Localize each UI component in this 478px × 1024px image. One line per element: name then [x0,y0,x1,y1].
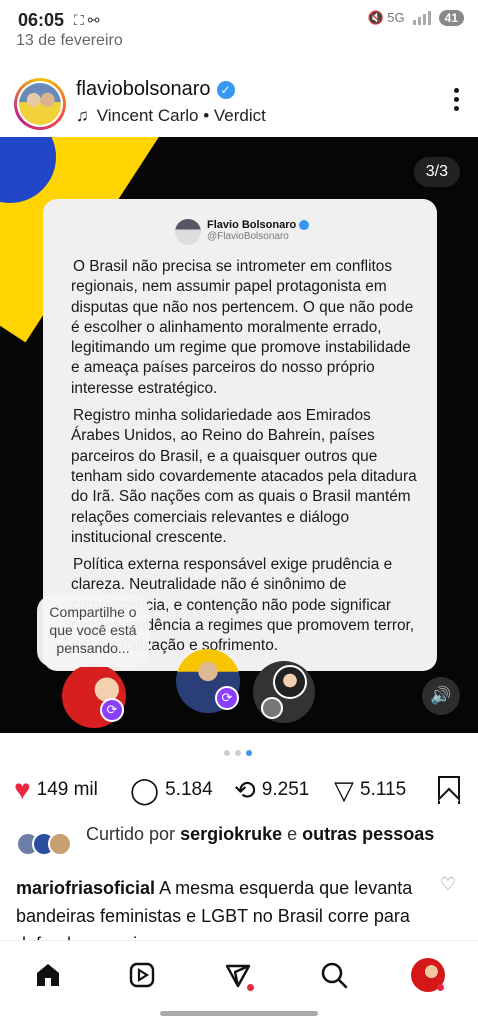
liked-by-text: Curtido por sergiokruke e outras pessoas [86,824,435,844]
heart-icon: ♥ [14,774,31,805]
home-icon[interactable] [30,957,66,993]
notification-dot [437,984,444,991]
more-options-icon[interactable] [452,88,460,115]
avatar-image [19,83,61,125]
like-button[interactable]: ♥ 149 mil [14,776,98,804]
music-note-icon: ♫ [76,106,89,125]
carousel-dot-active [246,750,252,756]
repost-icon: ⟲ [234,775,256,805]
comment-like-icon[interactable]: ♡ [440,874,456,895]
repost-button[interactable]: ⟲ 9.251 [234,776,309,804]
mute-vibrate-icon: 🔇 5G [367,10,405,25]
carousel-dot [235,750,241,756]
bottom-nav [0,940,478,1006]
action-bar: ♥ 149 mil ◯ 5.184 ⟲ 9.251 ▽ 5.115 [0,772,478,812]
tweet-author: Flavio Bolsonaro [207,219,310,231]
repost-badge-icon: ⟳ [215,686,239,710]
share-count: 5.115 [360,779,407,800]
repost-count: 9.251 [261,779,310,800]
share-button[interactable]: ▽ 5.115 [334,776,406,804]
signal-icon [412,11,431,25]
profile-tab[interactable] [410,957,446,993]
comment-icon: ◯ [130,775,160,805]
carousel-dot [224,750,230,756]
mute-icon[interactable]: 🔊 [422,677,460,715]
battery-icon: 41 [438,10,464,26]
author-avatar[interactable] [14,78,66,130]
tweet-handle: @FlavioBolsonaro [207,231,289,242]
status-time: 06:05 [18,10,65,30]
search-icon[interactable] [316,957,352,993]
status-date: 13 de fevereiro [16,32,123,49]
comment-username[interactable]: mariofriasoficial [16,878,155,898]
username-text: flaviobolsonaro [76,78,211,100]
comment-preview[interactable]: mariofriasoficial A mesma esquerda que l… [16,874,436,940]
comment-count: 5.184 [165,779,213,800]
slide-counter: 3/3 [413,157,460,187]
share-thought-bubble[interactable]: Compartilhe o que você está pensando... [37,595,149,667]
tweet-header: Flavio Bolsonaro @FlavioBolsonaro [175,219,310,245]
send-icon: ▽ [334,775,354,805]
author-username[interactable]: flaviobolsonaro ✓ [76,78,235,101]
comment-button[interactable]: ◯ 5.184 [130,776,213,804]
status-right-icons: 🔇 5G 41 [367,10,464,26]
bookmark-icon[interactable] [438,776,460,804]
audio-track[interactable]: ♫ Vincent Carlo • Verdict [76,106,266,126]
direct-icon[interactable] [220,957,256,993]
status-left-icons: ⛶ ⚯ [74,12,100,28]
tweet-paragraph: Registro minha solidariedade aos Emirado… [71,407,417,546]
verified-badge-icon: ✓ [216,80,235,99]
audio-label: Vincent Carlo • Verdict [96,106,266,125]
reels-icon[interactable] [124,957,160,993]
gesture-bar [160,1011,318,1016]
tweet-avatar [175,219,201,245]
status-bar: 06:05 ⛶ ⚯ 13 de fevereiro 🔇 5G 41 [0,0,478,56]
liked-by-others[interactable]: outras pessoas [302,824,434,844]
story-avatar[interactable] [253,661,315,723]
liked-avatars [16,832,78,858]
post-header: flaviobolsonaro ✓ ♫ Vincent Carlo • Verd… [0,74,478,132]
carousel-indicator [224,750,252,756]
tweet-paragraph: O Brasil não precisa se intrometer em co… [71,258,414,397]
like-count: 149 mil [36,779,98,800]
post-media[interactable]: 3/3 Flavio Bolsonaro @FlavioBolsonaro O … [0,137,478,733]
liker-avatar [48,832,72,856]
liked-by-user[interactable]: sergiokruke [180,824,282,844]
tweet-verified-icon [299,220,310,231]
repost-badge-icon: ⟳ [100,698,124,722]
notification-dot [247,984,254,991]
